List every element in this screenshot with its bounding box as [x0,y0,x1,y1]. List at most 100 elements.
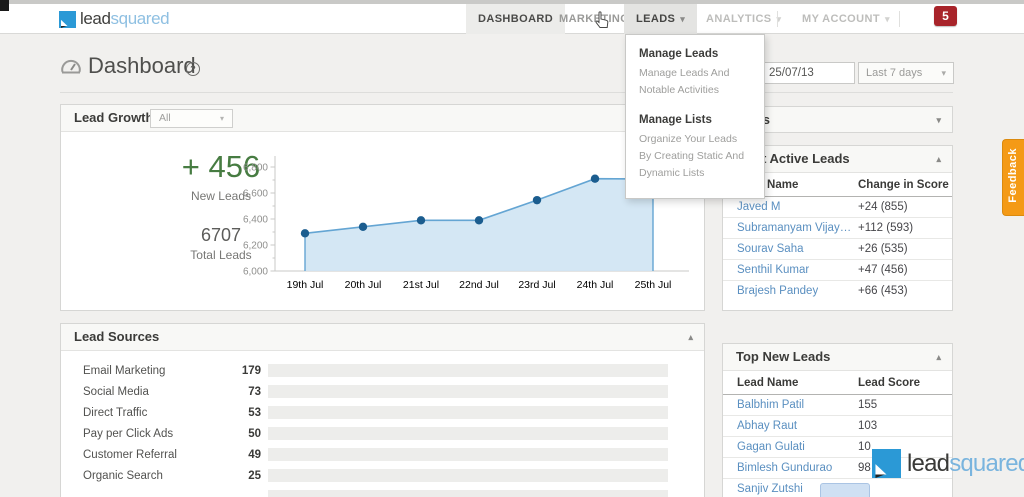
leadsquared-logo-icon [872,449,901,478]
column-header-value: Change in Score [858,179,949,191]
y-axis-label: 6,400 [243,215,268,226]
lead-sources-panel: Lead Sources ▴ Email Marketing 179 Social … [60,323,705,497]
data-point [358,222,368,231]
lead-source-value: 25 [248,470,261,482]
table-row: Balbhim Patil 155 [723,395,952,416]
table-row: Subramanyam Vijayanaga... +112 (593) [723,218,952,239]
menu-item-manage-lists[interactable]: Manage Lists Organize Your Leads By Crea… [639,114,751,183]
bar-track [268,364,668,377]
header-divider [60,92,953,93]
screen-corner-artifact [0,0,9,11]
caret-down-icon: ▾ [884,14,890,24]
lead-source-label: Pay per Click Ads [83,428,174,440]
y-axis-label: 6,200 [243,241,268,252]
notification-badge[interactable]: 5 [934,6,957,26]
lead-source-row-partial [61,487,704,497]
lead-source-label: Direct Traffic [83,407,148,419]
lead-name-link[interactable]: Balbhim Patil [737,399,804,411]
feedback-tab[interactable]: Feedback [1002,139,1024,216]
nav-item-my-account[interactable]: MY ACCOUNT ▾ [790,4,902,34]
brand-name: leadsquared [80,9,170,28]
lead-source-label: Customer Referral [83,449,177,461]
lead-source-label: Email Marketing [83,365,166,377]
nav-divider [899,11,900,27]
bar-track [268,427,668,440]
lead-name-link[interactable]: Brajesh Pandey [737,285,818,297]
table-row: Sourav Saha +26 (535) [723,239,952,260]
caret-down-icon: ▾ [941,68,946,78]
leadsquared-dashboard-screen: leadsquared DASHBOARD MARKETING LEADS ▾ A… [0,0,1024,497]
caret-down-icon: ▾ [680,14,686,24]
lead-source-value: 49 [248,449,261,461]
table-row: Senthil Kumar +47 (456) [723,260,952,281]
date-range-select[interactable]: Last 7 days ▾ [858,62,954,84]
menu-item-manage-leads[interactable]: Manage Leads Manage Leads And Notable Ac… [639,48,751,100]
lead-source-value: 73 [248,386,261,398]
lead-source-row: Pay per Click Ads 50 [61,424,704,445]
nav-item-analytics[interactable]: ANALYTICS ▾ [694,4,793,34]
lead-name-link[interactable]: Sanjiv Zutshi [737,483,803,495]
lead-value: +112 (593) [858,222,914,234]
lead-name-link[interactable]: Javed M [737,201,780,213]
top-navbar: leadsquared DASHBOARD MARKETING LEADS ▾ A… [0,4,1024,34]
nav-item-leads[interactable]: LEADS ▾ [624,4,698,34]
y-axis-label: 6,600 [243,189,268,200]
lead-value: +24 (855) [858,201,908,213]
table-row: Javed M +24 (855) [723,197,952,218]
data-point [416,216,426,225]
caret-down-icon: ▾ [219,114,224,123]
lead-value: +26 (535) [858,243,908,255]
column-header-name: Lead Name [737,377,799,389]
lead-growth-filter-select[interactable]: All ▾ [150,109,233,128]
date-input[interactable] [762,62,855,84]
lead-name-link[interactable]: Subramanyam Vijayanaga... [737,222,852,234]
lead-source-value: 50 [248,428,261,440]
lead-source-row: Customer Referral 49 [61,445,704,466]
x-axis-label: 20th Jul [345,279,382,291]
data-point [300,229,310,238]
collapse-chevron-icon[interactable]: ▴ [688,324,693,350]
lead-value: 103 [858,420,878,432]
leadsquared-logo-icon [59,10,76,28]
lead-source-row: Organic Search 25 [61,466,704,487]
expand-chevron-icon[interactable]: ▾ [936,107,941,133]
menu-item-description: Manage Leads And Notable Activities [639,67,730,97]
table-column-headers: Lead Name Lead Score [723,371,952,395]
lead-name-link[interactable]: Bimlesh Gundurao [737,462,832,474]
menu-item-title[interactable]: Manage Lists [639,114,751,126]
help-icon[interactable]: ? [186,62,200,76]
panel-title: Lead Growth [74,110,154,125]
panel-title: Lead Sources [74,329,160,344]
panel-title: Top New Leads [736,349,831,364]
partial-tooltip-box[interactable] [820,483,870,497]
top-new-leads-header: Top New Leads ▴ [723,344,952,371]
collapse-chevron-icon[interactable]: ▴ [936,344,941,370]
lead-name-link[interactable]: Sourav Saha [737,243,804,255]
bar-track [268,385,668,398]
lead-name-link[interactable]: Senthil Kumar [737,264,809,276]
x-axis-label: 19th Jul [287,279,324,291]
lead-name-link[interactable]: Abhay Raut [737,420,797,432]
lead-source-value: 53 [248,407,261,419]
x-axis-label: 21st Jul [403,279,439,291]
menu-item-title[interactable]: Manage Leads [639,48,751,60]
leads-dropdown-menu: Manage Leads Manage Leads And Notable Ac… [625,34,765,199]
dashboard-gauge-icon [61,59,81,74]
x-axis-label: 25th Jul [635,279,672,291]
data-point [532,195,542,205]
bar-track [268,490,668,497]
x-axis-label: 23rd Jul [518,279,555,291]
bar-track [268,448,668,461]
lead-sources-panel-header: Lead Sources ▴ [61,324,704,351]
menu-item-description: Organize Your Leads By Creating Static A… [639,132,745,180]
nav-divider [777,11,778,27]
mouse-cursor-hand [595,11,609,28]
lead-source-row: Social Media 73 [61,382,704,403]
lead-growth-panel-header: Lead Growth All ▾ [61,105,704,132]
page-title: Dashboard [88,53,196,78]
bar-track [268,406,668,419]
x-axis-label: 24th Jul [577,279,614,291]
collapse-chevron-icon[interactable]: ▴ [936,146,941,172]
bar-track [268,469,668,482]
lead-name-link[interactable]: Gagan Gulati [737,441,805,453]
